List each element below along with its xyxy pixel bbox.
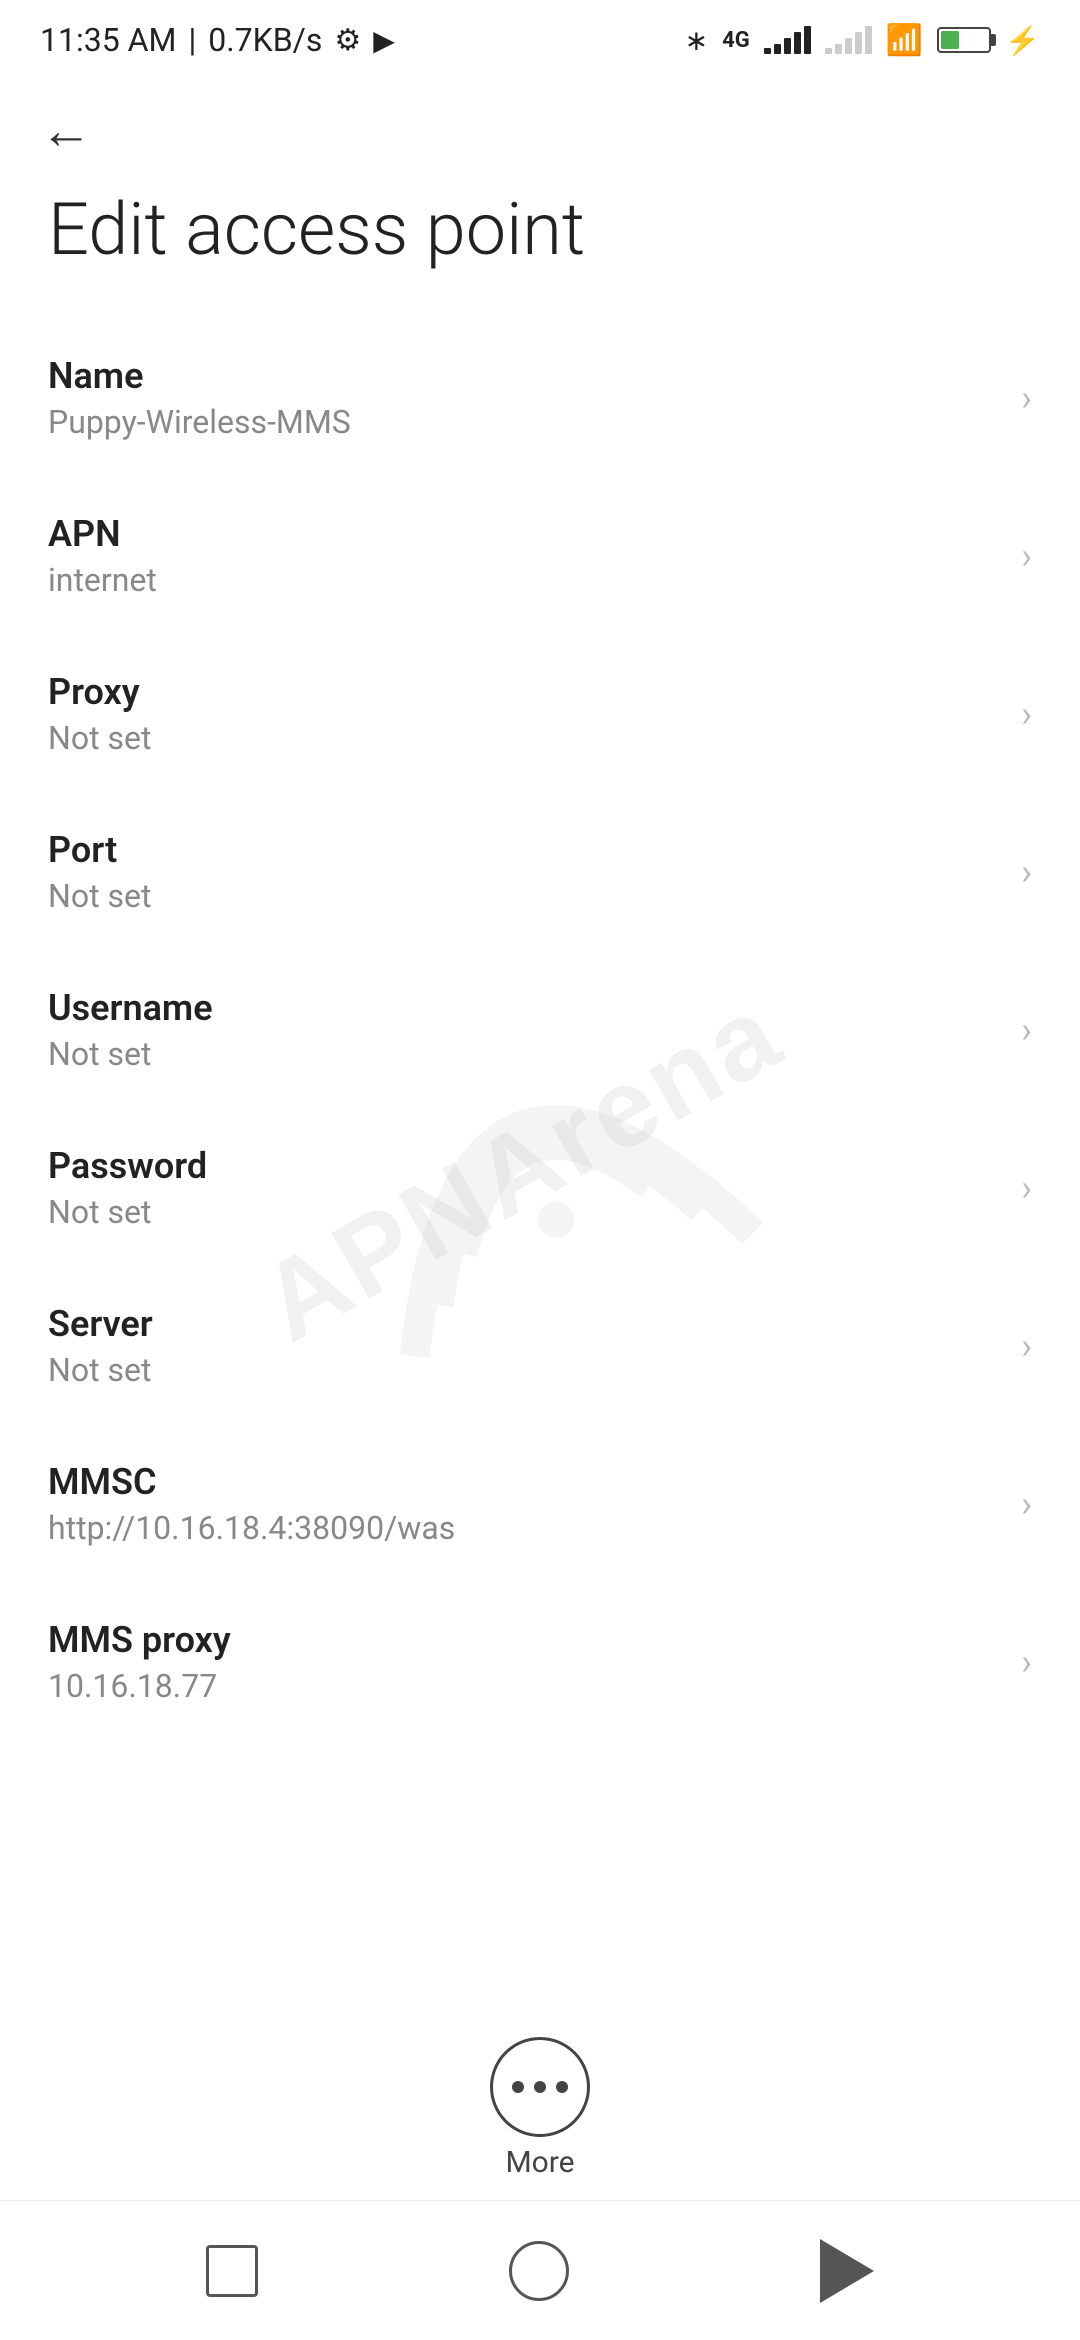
settings-item-server[interactable]: Server Not set › xyxy=(0,1267,1080,1425)
bluetooth-icon: ∗ xyxy=(685,24,708,57)
settings-label-port: Port xyxy=(48,829,151,871)
settings-label-apn: APN xyxy=(48,513,157,555)
signal-bars-1 xyxy=(764,26,811,54)
dot-1 xyxy=(512,2081,524,2093)
settings-item-password[interactable]: Password Not set › xyxy=(0,1109,1080,1267)
settings-label-name: Name xyxy=(48,355,351,397)
more-dots xyxy=(512,2081,568,2093)
settings-item-content-proxy: Proxy Not set xyxy=(48,671,151,757)
charging-icon: ⚡ xyxy=(1005,24,1040,57)
settings-label-mmsc: MMSC xyxy=(48,1461,455,1503)
settings-item-mmsc[interactable]: MMSC http://10.16.18.4:38090/was › xyxy=(0,1425,1080,1583)
dot-2 xyxy=(534,2081,546,2093)
lte-badge: 4G xyxy=(722,28,750,53)
settings-item-content-mms-proxy: MMS proxy 10.16.18.77 xyxy=(48,1619,231,1705)
circle-icon xyxy=(509,2241,569,2301)
recent-apps-button[interactable] xyxy=(206,2245,258,2297)
settings-label-proxy: Proxy xyxy=(48,671,151,713)
chevron-right-icon-password: › xyxy=(1021,1167,1032,1209)
chevron-right-icon-server: › xyxy=(1021,1325,1032,1367)
settings-value-server: Not set xyxy=(48,1351,153,1389)
settings-label-mms-proxy: MMS proxy xyxy=(48,1619,231,1661)
chevron-right-icon-mmsc: › xyxy=(1021,1483,1032,1525)
settings-value-apn: internet xyxy=(48,561,157,599)
settings-item-content-server: Server Not set xyxy=(48,1303,153,1389)
settings-icon: ⚙ xyxy=(334,23,361,58)
settings-item-content-name: Name Puppy-Wireless-MMS xyxy=(48,355,351,441)
chevron-right-icon-mms-proxy: › xyxy=(1021,1641,1032,1683)
triangle-icon xyxy=(820,2239,874,2303)
square-icon xyxy=(206,2245,258,2297)
bottom-nav xyxy=(0,2200,1080,2340)
chevron-right-icon-apn: › xyxy=(1021,535,1032,577)
settings-value-mmsc: http://10.16.18.4:38090/was xyxy=(48,1509,455,1547)
signal-bars-2 xyxy=(825,26,872,54)
chevron-right-icon-port: › xyxy=(1021,851,1032,893)
settings-item-username[interactable]: Username Not set › xyxy=(0,951,1080,1109)
back-nav-button[interactable] xyxy=(820,2239,874,2303)
chevron-right-icon-name: › xyxy=(1021,377,1032,419)
chevron-right-icon-proxy: › xyxy=(1021,693,1032,735)
page-title: Edit access point xyxy=(0,180,1080,319)
top-bar: ← xyxy=(0,80,1080,180)
dot-3 xyxy=(556,2081,568,2093)
chevron-right-icon-username: › xyxy=(1021,1009,1032,1051)
more-button-area: More xyxy=(0,2037,1080,2180)
more-label: More xyxy=(505,2145,574,2180)
wifi-icon: 📶 xyxy=(886,23,923,58)
home-button[interactable] xyxy=(509,2241,569,2301)
settings-item-content-port: Port Not set xyxy=(48,829,151,915)
settings-item-mms-proxy[interactable]: MMS proxy 10.16.18.77 › xyxy=(0,1583,1080,1741)
back-button[interactable]: ← xyxy=(40,100,92,161)
settings-label-password: Password xyxy=(48,1145,207,1187)
settings-value-name: Puppy-Wireless-MMS xyxy=(48,403,351,441)
settings-value-username: Not set xyxy=(48,1035,213,1073)
settings-item-content-password: Password Not set xyxy=(48,1145,207,1231)
network-speed: 0.7KB/s xyxy=(208,21,322,59)
settings-item-content-username: Username Not set xyxy=(48,987,213,1073)
settings-value-password: Not set xyxy=(48,1193,207,1231)
status-bar: 11:35 AM | 0.7KB/s ⚙ ▶ ∗ 4G 📶 ⚡ xyxy=(0,0,1080,80)
more-button[interactable] xyxy=(490,2037,590,2137)
settings-item-proxy[interactable]: Proxy Not set › xyxy=(0,635,1080,793)
settings-value-proxy: Not set xyxy=(48,719,151,757)
settings-label-username: Username xyxy=(48,987,213,1029)
status-bar-left: 11:35 AM | 0.7KB/s ⚙ ▶ xyxy=(40,21,395,59)
settings-label-server: Server xyxy=(48,1303,153,1345)
settings-item-content-mmsc: MMSC http://10.16.18.4:38090/was xyxy=(48,1461,455,1547)
camera-icon: ▶ xyxy=(373,24,395,57)
settings-item-content-apn: APN internet xyxy=(48,513,157,599)
time-display: 11:35 AM xyxy=(40,21,176,59)
battery-fill xyxy=(941,31,958,49)
settings-value-port: Not set xyxy=(48,877,151,915)
settings-list: Name Puppy-Wireless-MMS › APN internet ›… xyxy=(0,319,1080,1741)
status-bar-right: ∗ 4G 📶 ⚡ xyxy=(685,23,1040,58)
settings-item-name[interactable]: Name Puppy-Wireless-MMS › xyxy=(0,319,1080,477)
settings-value-mms-proxy: 10.16.18.77 xyxy=(48,1667,231,1705)
separator: | xyxy=(188,21,196,59)
settings-item-apn[interactable]: APN internet › xyxy=(0,477,1080,635)
settings-item-port[interactable]: Port Not set › xyxy=(0,793,1080,951)
battery-indicator xyxy=(937,27,991,53)
